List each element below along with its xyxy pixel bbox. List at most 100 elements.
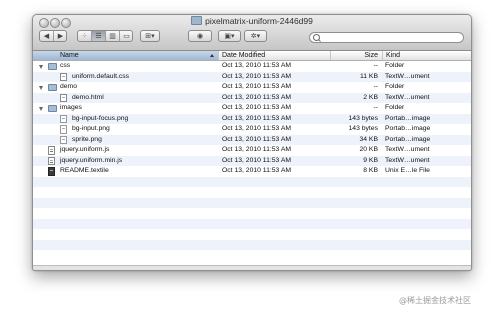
view-list-button[interactable]: ☰ xyxy=(92,31,106,41)
file-date: Oct 13, 2010 11:53 AM xyxy=(222,62,292,69)
file-kind: Folder xyxy=(385,83,405,90)
file-kind: TextW…ument xyxy=(385,72,430,80)
title-bar: pixelmatrix-uniform-2446d99 ◀ ▶ ⁘ ☰ ▥ ▭ xyxy=(33,15,471,51)
file-size: 20 KB xyxy=(359,146,378,153)
eye-icon: ◉ xyxy=(196,33,204,40)
file-size: -- xyxy=(373,83,378,90)
back-button[interactable]: ◀ xyxy=(40,31,54,41)
folder-icon xyxy=(48,84,57,91)
file-name: bg-input-focus.png xyxy=(72,114,129,122)
window-bottom-bar xyxy=(33,265,471,270)
file-name: css xyxy=(60,62,71,69)
coverflow-view-icon: ▭ xyxy=(123,33,130,40)
list-item[interactable]: jquery.uniform.js Oct 13, 2010 11:53 AM 20… xyxy=(33,145,471,156)
view-mode-control: ⁘ ☰ ▥ ▭ xyxy=(77,30,133,42)
file-size: 143 bytes xyxy=(348,114,378,122)
list-item[interactable]: sprite.png Oct 13, 2010 11:53 AM 34 KB Port… xyxy=(33,134,471,145)
window-title: pixelmatrix-uniform-2446d99 xyxy=(33,16,471,26)
list-item[interactable]: bg-input.png Oct 13, 2010 11:53 AM 143 byt… xyxy=(33,124,471,135)
file-name: jquery.uniform.min.js xyxy=(60,156,123,164)
file-list: css Oct 13, 2010 11:53 AM -- Folder uniform.… xyxy=(33,61,471,266)
list-item[interactable]: demo.html Oct 13, 2010 11:53 AM 2 KB TextW…… xyxy=(33,92,471,103)
file-name: sprite.png xyxy=(72,135,102,143)
file-size: 11 KB xyxy=(359,72,378,80)
chevron-left-icon: ◀ xyxy=(43,33,50,40)
column-header-date-label: Date Modified xyxy=(222,52,266,59)
column-header-name[interactable]: Name xyxy=(33,51,218,60)
text-file-icon xyxy=(48,167,55,176)
file-kind: Portab…image xyxy=(385,135,431,143)
view-columns-button[interactable]: ▥ xyxy=(106,31,120,41)
file-kind: Folder xyxy=(385,104,405,111)
file-date: Oct 13, 2010 11:53 AM xyxy=(222,83,292,90)
column-header-size[interactable]: Size xyxy=(330,51,382,60)
gear-icon: ✲▾ xyxy=(250,33,261,40)
empty-row xyxy=(33,218,471,229)
back-forward-control: ◀ ▶ xyxy=(39,30,67,42)
search-icon xyxy=(313,34,320,41)
columns-view-icon: ▥ xyxy=(109,33,116,40)
file-size: 9 KB xyxy=(363,156,378,164)
list-item[interactable]: bg-input-focus.png Oct 13, 2010 11:53 AM 1… xyxy=(33,113,471,124)
file-date: Oct 13, 2010 11:53 AM xyxy=(222,114,292,122)
empty-row xyxy=(33,208,471,219)
empty-row xyxy=(33,197,471,208)
column-header: Name Date Modified Size Kind xyxy=(33,51,471,61)
forward-button[interactable]: ▶ xyxy=(54,31,67,41)
file-size: -- xyxy=(373,62,378,69)
column-header-kind[interactable]: Kind xyxy=(382,51,471,60)
column-header-name-label: Name xyxy=(60,52,79,59)
disclosure-triangle-icon[interactable] xyxy=(39,107,43,111)
file-name: uniform.default.css xyxy=(72,72,130,80)
image-file-icon xyxy=(60,114,67,123)
column-header-size-label: Size xyxy=(364,52,378,59)
file-name: jquery.uniform.js xyxy=(60,146,110,153)
search-field[interactable] xyxy=(309,32,464,43)
empty-row xyxy=(33,187,471,198)
share-icon: ▣▾ xyxy=(224,33,235,40)
file-name: README.textile xyxy=(60,167,109,174)
finder-window: pixelmatrix-uniform-2446d99 ◀ ▶ ⁘ ☰ ▥ ▭ xyxy=(32,14,472,271)
list-item[interactable]: uniform.default.css Oct 13, 2010 11:53 AM… xyxy=(33,71,471,82)
action-button[interactable]: ✲▾ xyxy=(244,30,267,42)
file-kind: Portab…image xyxy=(385,125,431,132)
script-file-icon xyxy=(48,146,55,155)
file-kind: Unix E…le File xyxy=(385,167,430,174)
watermark: @稀土掘金技术社区 xyxy=(399,296,471,305)
file-size: 2 KB xyxy=(363,93,378,101)
list-item[interactable]: images Oct 13, 2010 11:53 AM -- Folder xyxy=(33,103,471,114)
arrange-button[interactable]: ⊞▾ xyxy=(140,30,160,42)
empty-row xyxy=(33,176,471,187)
empty-row xyxy=(33,229,471,240)
list-item[interactable]: jquery.uniform.min.js Oct 13, 2010 11:53 … xyxy=(33,155,471,166)
file-kind: TextW…ument xyxy=(385,156,430,164)
disclosure-triangle-icon[interactable] xyxy=(39,86,43,90)
column-header-date[interactable]: Date Modified xyxy=(218,51,330,60)
file-size: 8 KB xyxy=(363,167,378,174)
file-date: Oct 13, 2010 11:53 AM xyxy=(222,146,292,153)
file-date: Oct 13, 2010 11:53 AM xyxy=(222,167,292,174)
disclosure-triangle-icon[interactable] xyxy=(39,65,43,69)
file-kind: TextW…ument xyxy=(385,146,430,153)
file-size: 34 KB xyxy=(359,135,378,143)
view-icons-button[interactable]: ⁘ xyxy=(78,31,92,41)
arrange-icon: ⊞▾ xyxy=(145,33,155,40)
search-input[interactable] xyxy=(322,33,457,42)
file-name: demo.html xyxy=(72,93,104,101)
folder-icon xyxy=(48,63,57,70)
share-button[interactable]: ▣▾ xyxy=(218,30,241,42)
chevron-right-icon: ▶ xyxy=(57,33,64,40)
folder-icon xyxy=(48,105,57,112)
list-item[interactable]: css Oct 13, 2010 11:53 AM -- Folder xyxy=(33,61,471,72)
window-title-text: pixelmatrix-uniform-2446d99 xyxy=(205,16,313,26)
folder-icon xyxy=(191,16,203,25)
image-file-icon xyxy=(60,135,67,144)
file-date: Oct 13, 2010 11:53 AM xyxy=(222,125,292,132)
list-item[interactable]: README.textile Oct 13, 2010 11:53 AM 8 KB U… xyxy=(33,166,471,177)
view-coverflow-button[interactable]: ▭ xyxy=(120,31,133,41)
file-date: Oct 13, 2010 11:53 AM xyxy=(222,104,292,111)
quicklook-button[interactable]: ◉ xyxy=(188,30,212,42)
grid-view-icon: ⁘ xyxy=(81,33,88,40)
list-item[interactable]: demo Oct 13, 2010 11:53 AM -- Folder xyxy=(33,82,471,93)
sort-ascending-icon xyxy=(210,54,214,57)
